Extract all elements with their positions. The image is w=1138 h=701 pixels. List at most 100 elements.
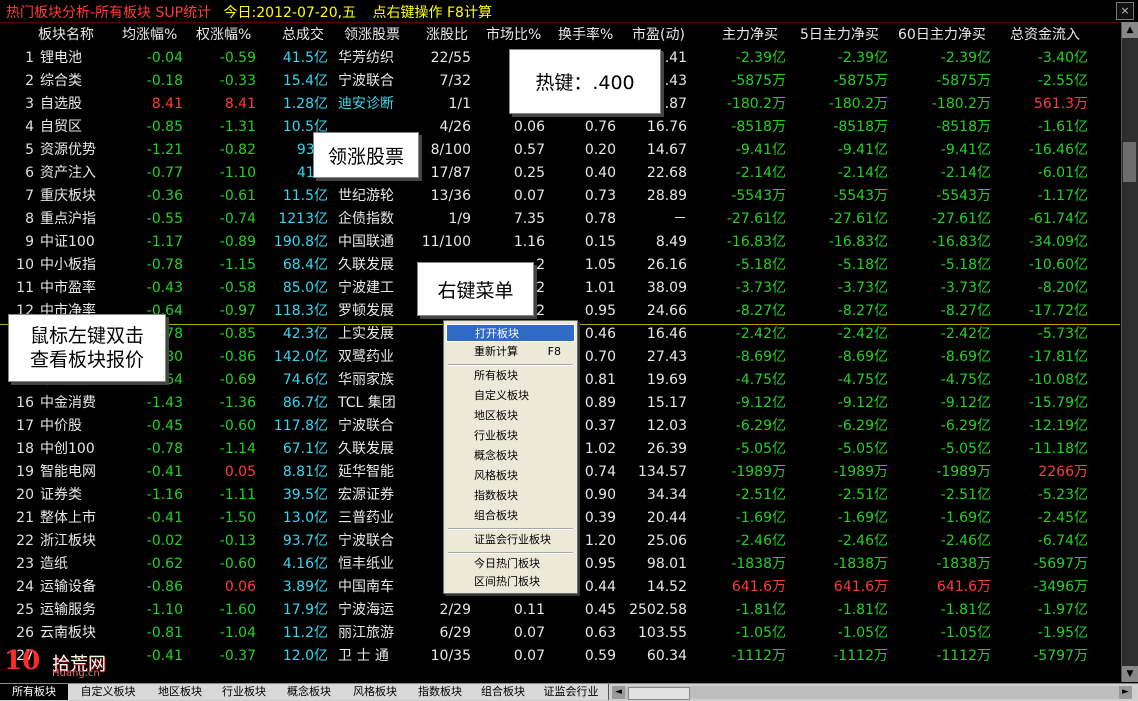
cell-lead: 久联发展	[338, 257, 394, 273]
tab-sector[interactable]: 所有板块	[0, 684, 69, 700]
table-row[interactable]: 27 -0.41 -0.37 12.0亿卫 士 通 10/35 0.07 0.59 60.34…	[0, 645, 1120, 668]
menu-item[interactable]: 指数板块	[446, 487, 575, 505]
cell-ratio: 8/100	[430, 142, 471, 158]
tab-sector[interactable]: 组合板块	[472, 684, 535, 700]
column-header[interactable]: 板块名称	[38, 24, 94, 47]
column-header[interactable]: 5日主力净买	[800, 24, 879, 47]
menu-item[interactable]: 组合板块	[446, 507, 575, 525]
cell-main60: -2.39亿	[940, 50, 991, 66]
cell-main5: -2.51亿	[837, 487, 888, 503]
tab-sector[interactable]: 行业板块	[212, 684, 277, 700]
cell-vol: 190.8亿	[273, 234, 328, 250]
cell-wt: 8.41	[224, 96, 256, 112]
scroll-down-icon[interactable]: ▼	[1122, 666, 1138, 682]
hscroll-thumb[interactable]	[628, 687, 690, 700]
cell-idx: 23	[16, 556, 34, 572]
cell-vol: 11.2亿	[282, 625, 328, 641]
cell-main: -27.61亿	[726, 211, 786, 227]
cell-wt: -0.61	[219, 188, 256, 204]
cell-lead: 华芳纺织	[338, 50, 394, 66]
column-header[interactable]: 均涨幅%	[122, 24, 177, 47]
tab-sector[interactable]: 地区板块	[148, 684, 213, 700]
cell-pe: 27.43	[646, 349, 687, 365]
menu-item[interactable]: 所有板块	[446, 367, 575, 385]
menu-item[interactable]: 打开板块	[446, 324, 575, 342]
cell-vol: 68.4亿	[282, 257, 328, 273]
cell-total: 561.3万	[1033, 96, 1088, 112]
column-header[interactable]: 总资金流入	[1010, 24, 1080, 47]
table-row[interactable]: 26 云南板块 -0.81 -1.04 11.2亿 丽江旅游 6/29 0.07 0.63 103…	[0, 622, 1120, 645]
table-row[interactable]: 6资产注入-0.77-1.1041.917/870.250.4022.68-2.…	[0, 162, 1120, 185]
tab-sector[interactable]: 概念板块	[276, 684, 343, 700]
menu-item[interactable]: 重新计算 F8	[446, 343, 575, 361]
cell-wt: 0.05	[224, 464, 256, 480]
cell-pe: 38.09	[646, 280, 687, 296]
cell-wt: -0.13	[219, 533, 256, 549]
site-logo: 10 拾荒网 Huang.cn	[4, 646, 154, 682]
tab-sector[interactable]: 指数板块	[408, 684, 473, 700]
table-row[interactable]: 8 重点沪指 -0.55 -0.74 1213亿 企债指数 1/9 7.35 0.78 － -27.…	[0, 208, 1120, 231]
table-row[interactable]: 4 自贸区 -0.85 -1.31 10.5亿 4/26 0.06 0.76 16.76 -851…	[0, 116, 1120, 139]
cell-pe: 16.46	[646, 326, 687, 342]
column-header[interactable]: 总成交	[282, 24, 324, 47]
menu-item[interactable]: 自定义板块	[446, 387, 575, 405]
cell-turn: 0.59	[584, 648, 616, 664]
menu-item[interactable]: 地区板块	[446, 407, 575, 425]
column-header[interactable]: 60日主力净买	[898, 24, 986, 47]
tab-sector[interactable]: 风格板块	[342, 684, 409, 700]
cell-pe: 24.66	[646, 303, 687, 319]
table-row[interactable]: 11 中市盈率 -0.43 -0.58 85.0亿 宁波建工 2 1.01 38.09 -3.73…	[0, 277, 1120, 300]
column-header[interactable]: 权涨幅%	[196, 24, 251, 47]
menu-item-label: 重新计算	[474, 345, 518, 358]
cell-lead: 中国南车	[338, 579, 394, 595]
column-header[interactable]: 主力净买	[722, 24, 778, 47]
column-header[interactable]: 市场比%	[486, 24, 541, 47]
vertical-scrollbar[interactable]: ▲ ▼	[1121, 22, 1138, 682]
menu-item[interactable]: 行业板块	[446, 427, 575, 445]
cell-pe: 103.55	[638, 625, 687, 641]
cell-idx: 8	[25, 211, 34, 227]
cell-mkt: 0.07	[513, 188, 545, 204]
scroll-left-icon[interactable]: ◄	[612, 686, 625, 699]
cell-vol: 85.0亿	[282, 280, 328, 296]
cell-idx: 10	[16, 257, 34, 273]
cell-main5: -1112万	[833, 648, 888, 664]
menu-item[interactable]: 风格板块	[446, 467, 575, 485]
scroll-thumb[interactable]	[1123, 142, 1136, 182]
tab-sector[interactable]: 证监会行业	[534, 684, 609, 700]
tab-sector[interactable]: 自定义板块	[68, 684, 149, 700]
cell-wt: 0.06	[224, 579, 256, 595]
scroll-right-icon[interactable]: ►	[1119, 686, 1132, 699]
cell-idx: 18	[16, 441, 34, 457]
menu-item[interactable]: 区间热门板块	[446, 573, 575, 591]
horizontal-scrollbar[interactable]: ◄ ►	[612, 686, 1132, 700]
cell-idx: 25	[16, 602, 34, 618]
table-row[interactable]: 9 中证100 -1.17 -0.89 190.8亿 中国联通 11/100 1.16 0.15…	[0, 231, 1120, 254]
cell-main60: -1838万	[936, 556, 991, 572]
cell-main: -1.69亿	[735, 510, 786, 526]
cell-main60: -2.46亿	[940, 533, 991, 549]
menu-item-label: 自定义板块	[474, 389, 529, 402]
menu-item[interactable]: 证监会行业板块	[446, 531, 575, 549]
cell-avg: -0.77	[146, 165, 183, 181]
cell-main: -6.29亿	[735, 418, 786, 434]
cell-ratio: 6/29	[439, 625, 471, 641]
column-header[interactable]: 市盈(动)	[632, 24, 685, 47]
table-row[interactable]: 25 运输服务 -1.10 -1.60 17.9亿 宁波海运 2/29 0.11 0.45 250…	[0, 599, 1120, 622]
close-button[interactable]: ×	[1116, 2, 1134, 20]
table-row[interactable]: 7 重庆板块 -0.36 -0.61 11.5亿 世纪游轮 13/36 0.07 0.73 28.…	[0, 185, 1120, 208]
scroll-up-icon[interactable]: ▲	[1122, 22, 1138, 38]
menu-item[interactable]: 概念板块	[446, 447, 575, 465]
cell-wt: -1.36	[219, 395, 256, 411]
column-header[interactable]: 涨股比	[426, 24, 468, 47]
cell-lead: 宏源证券	[338, 487, 394, 503]
cell-wt: -1.11	[219, 487, 256, 503]
cell-lead: 罗顿发展	[338, 303, 394, 319]
table-row[interactable]: 10 中小板指 -0.78 -1.15 68.4亿 久联发展 2 1.05 26.16 -5.18…	[0, 254, 1120, 277]
column-header[interactable]: 领涨股票	[344, 24, 400, 47]
menu-item[interactable]: 今日热门板块	[446, 555, 575, 573]
column-header[interactable]: 换手率%	[558, 24, 613, 47]
table-row[interactable]: 5资源优势-1.21-0.8293.98/1000.570.2014.67-9.…	[0, 139, 1120, 162]
cell-lead: 双鹭药业	[338, 349, 394, 365]
cell-wt: -0.37	[219, 648, 256, 664]
